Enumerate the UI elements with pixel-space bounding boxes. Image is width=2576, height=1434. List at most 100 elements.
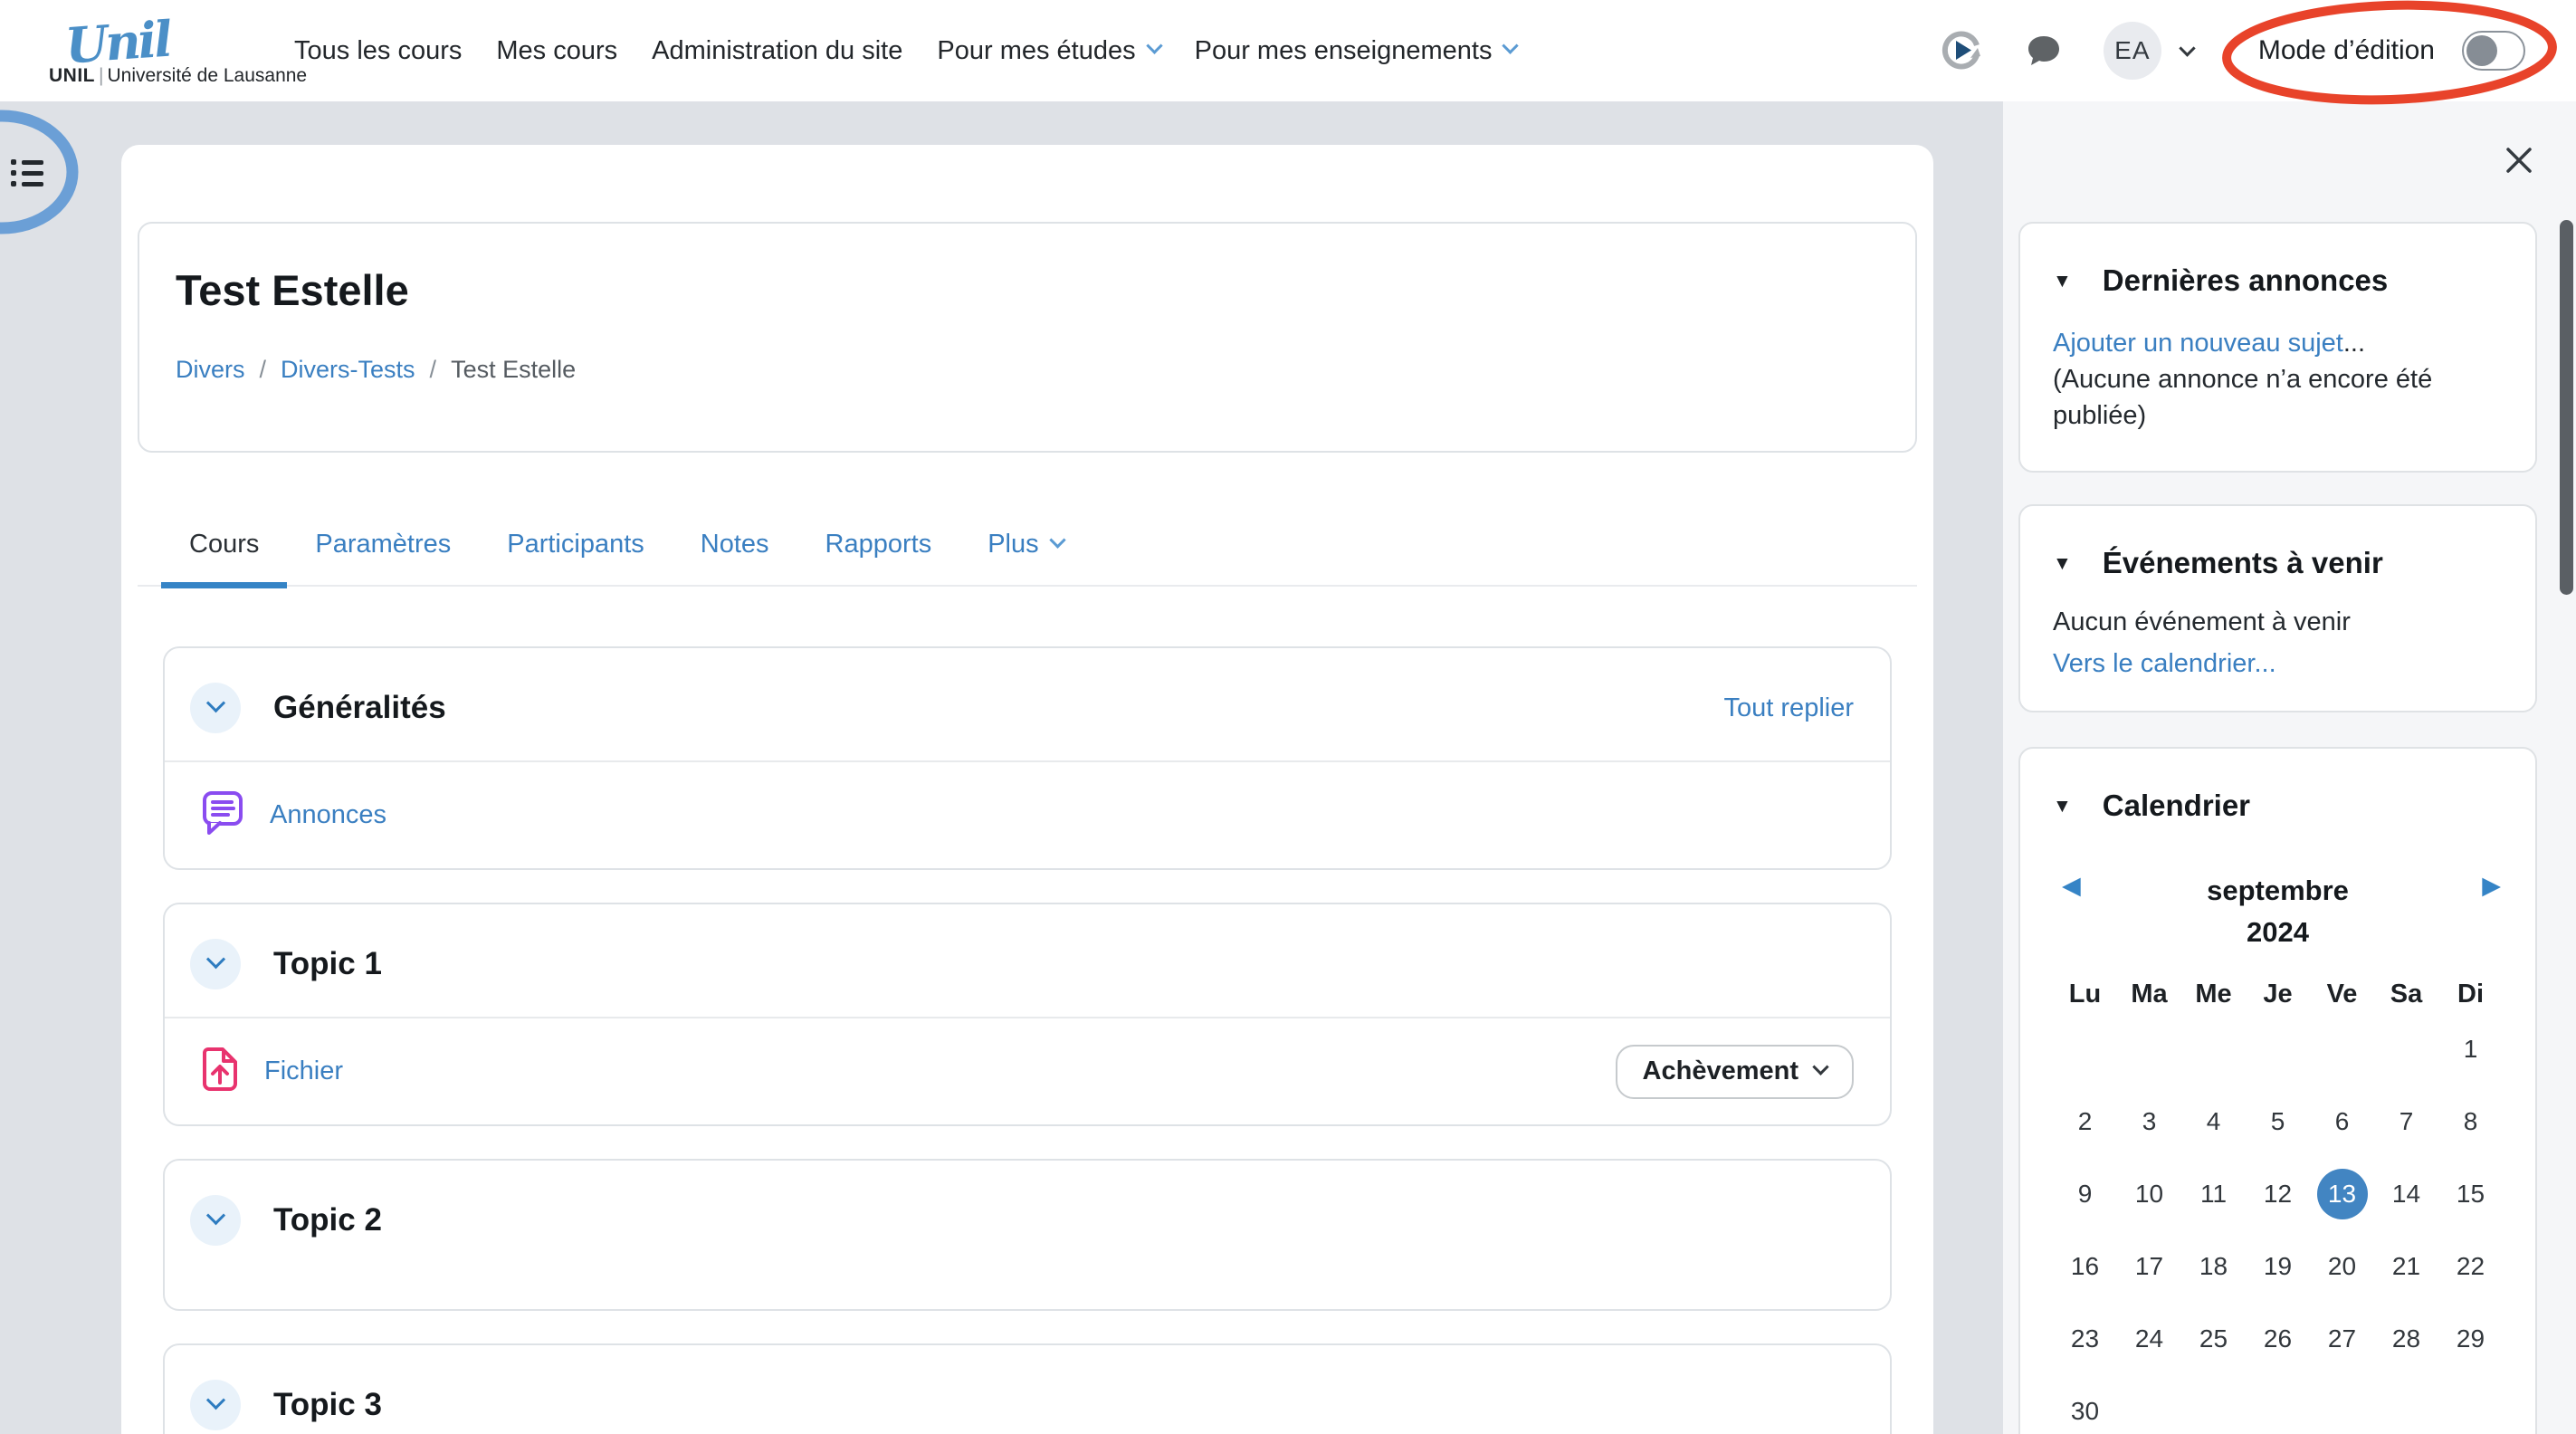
section-header: Topic 2 — [165, 1161, 1890, 1309]
calendar-day[interactable]: 9 — [2053, 1158, 2117, 1230]
calendar-day — [2246, 1375, 2310, 1434]
breadcrumb-separator: / — [245, 356, 281, 384]
edit-mode-toggle[interactable] — [2462, 31, 2525, 71]
previous-month-icon[interactable]: ◀ — [2062, 874, 2081, 898]
calendar-day[interactable]: 27 — [2310, 1303, 2374, 1375]
calendar-day[interactable]: 17 — [2117, 1230, 2181, 1303]
calendar-day[interactable]: 10 — [2117, 1158, 2181, 1230]
calendar-day[interactable]: 22 — [2438, 1230, 2503, 1303]
go-to-calendar-link[interactable]: Vers le calendrier... — [2053, 645, 2503, 682]
forum-icon — [201, 789, 244, 841]
calendar-day[interactable]: 21 — [2374, 1230, 2438, 1303]
no-announcements-text: (Aucune annonce n’a encore été publiée) — [2053, 361, 2503, 434]
calendar-day — [2374, 1013, 2438, 1085]
calendar-day[interactable]: 18 — [2181, 1230, 2246, 1303]
upcoming-events-block: ▼ Événements à venir Aucun événement à v… — [2018, 504, 2537, 712]
course-sections: Généralités Tout replier Annonces — [163, 646, 1892, 1434]
unil-logo[interactable]: Unil UNIL|Université de Lausanne — [49, 14, 264, 87]
close-icon[interactable] — [2504, 145, 2534, 176]
tab-cours[interactable]: Cours — [161, 503, 287, 585]
nav-item-my-teaching[interactable]: Pour mes enseignements — [1178, 36, 1534, 66]
collapse-block-icon[interactable]: ▼ — [2053, 272, 2072, 291]
calendar-day — [2181, 1375, 2246, 1434]
collapse-block-icon[interactable]: ▼ — [2053, 554, 2072, 573]
list-row — [11, 159, 43, 165]
collapse-all-link[interactable]: Tout replier — [1724, 693, 1854, 723]
calendar-day[interactable]: 20 — [2310, 1230, 2374, 1303]
tab-parametres[interactable]: Paramètres — [287, 503, 479, 585]
calendar-day-header: Ve — [2310, 975, 2374, 1013]
calendar-day[interactable]: 28 — [2374, 1303, 2438, 1375]
calendar-day[interactable]: 6 — [2310, 1085, 2374, 1158]
user-menu-chevron-icon[interactable] — [2179, 40, 2195, 56]
recordings-icon[interactable] — [1941, 30, 1982, 72]
calendar-day — [2053, 1013, 2117, 1085]
collapse-section-button[interactable] — [190, 939, 241, 989]
nav-item-my-courses[interactable]: Mes cours — [479, 36, 634, 66]
course-index-icon[interactable] — [11, 159, 43, 186]
tab-rapports[interactable]: Rapports — [797, 503, 960, 585]
calendar-day[interactable]: 7 — [2374, 1085, 2438, 1158]
add-topic-link[interactable]: Ajouter un nouveau sujet — [2053, 329, 2343, 358]
list-row — [11, 170, 43, 176]
calendar-day-header: Di — [2438, 975, 2503, 1013]
calendar-day — [2374, 1375, 2438, 1434]
ellipsis: ... — [2343, 329, 2365, 358]
messages-icon[interactable] — [2026, 33, 2062, 69]
calendar-day[interactable]: 8 — [2438, 1085, 2503, 1158]
tab-notes[interactable]: Notes — [673, 503, 797, 585]
tab-participants[interactable]: Participants — [479, 503, 673, 585]
calendar-day[interactable]: 29 — [2438, 1303, 2503, 1375]
edit-mode-label: Mode d’édition — [2258, 35, 2435, 66]
collapse-section-button[interactable] — [190, 1380, 241, 1430]
breadcrumb-link-category[interactable]: Divers — [176, 356, 245, 384]
calendar-day[interactable]: 30 — [2053, 1375, 2117, 1434]
breadcrumb-separator: / — [415, 356, 452, 384]
main-menu: Tous les cours Mes cours Administration … — [277, 36, 1533, 66]
calendar-day-header: Je — [2246, 975, 2310, 1013]
nav-item-all-courses[interactable]: Tous les cours — [277, 36, 479, 66]
collapse-section-button[interactable] — [190, 1195, 241, 1246]
nav-item-site-administration[interactable]: Administration du site — [634, 36, 920, 66]
breadcrumb-link-subcategory[interactable]: Divers-Tests — [281, 356, 415, 384]
calendar-day[interactable]: 5 — [2246, 1085, 2310, 1158]
calendar-day[interactable]: 11 — [2181, 1158, 2246, 1230]
calendar-day[interactable]: 12 — [2246, 1158, 2310, 1230]
calendar-day[interactable]: 1 — [2438, 1013, 2503, 1085]
section-topic3: Topic 3 — [163, 1343, 1892, 1434]
calendar-day[interactable]: 23 — [2053, 1303, 2117, 1375]
calendar-day[interactable]: 15 — [2438, 1158, 2503, 1230]
calendar-day[interactable]: 24 — [2117, 1303, 2181, 1375]
scrollbar-thumb[interactable] — [2560, 220, 2573, 595]
activity-link-annonces[interactable]: Annonces — [270, 800, 386, 830]
section-title: Topic 1 — [273, 946, 382, 982]
collapse-block-icon[interactable]: ▼ — [2053, 797, 2072, 816]
calendar-day[interactable]: 26 — [2246, 1303, 2310, 1375]
calendar-day — [2310, 1013, 2374, 1085]
unil-logo-script: Unil — [63, 7, 265, 70]
calendar-day[interactable]: 19 — [2246, 1230, 2310, 1303]
avatar[interactable]: EA — [2104, 22, 2161, 80]
activity-link-fichier[interactable]: Fichier — [264, 1056, 343, 1086]
nav-item-my-studies[interactable]: Pour mes études — [920, 36, 1177, 66]
completion-dropdown-button[interactable]: Achèvement — [1616, 1045, 1854, 1099]
calendar-day[interactable]: 3 — [2117, 1085, 2181, 1158]
avatar-initials: EA — [2114, 36, 2150, 65]
calendar-day[interactable]: 4 — [2181, 1085, 2246, 1158]
calendar-day[interactable]: 2 — [2053, 1085, 2117, 1158]
section-header: Généralités Tout replier — [165, 648, 1890, 760]
collapse-section-button[interactable] — [190, 683, 241, 733]
calendar-day[interactable]: 16 — [2053, 1230, 2117, 1303]
tab-plus[interactable]: Plus — [959, 503, 1091, 585]
calendar-day — [2310, 1375, 2374, 1434]
calendar-day[interactable]: 25 — [2181, 1303, 2246, 1375]
top-navbar: Unil UNIL|Université de Lausanne Tous le… — [0, 0, 2576, 101]
calendar-day-selected[interactable]: 13 — [2310, 1158, 2374, 1230]
calendar-day[interactable]: 14 — [2374, 1158, 2438, 1230]
course-header: Test Estelle Divers / Divers-Tests / Tes… — [138, 222, 1917, 453]
calendar-grid: LuMaMeJeVeSaDi12345678910111213141516171… — [2053, 975, 2503, 1434]
main-content: Test Estelle Divers / Divers-Tests / Tes… — [121, 145, 1933, 1434]
calendar-block: ▼ Calendrier ◀ septembre 2024 ▶ LuMaMeJe… — [2018, 747, 2537, 1434]
next-month-icon[interactable]: ▶ — [2482, 874, 2501, 898]
section-title: Topic 2 — [273, 1202, 382, 1238]
